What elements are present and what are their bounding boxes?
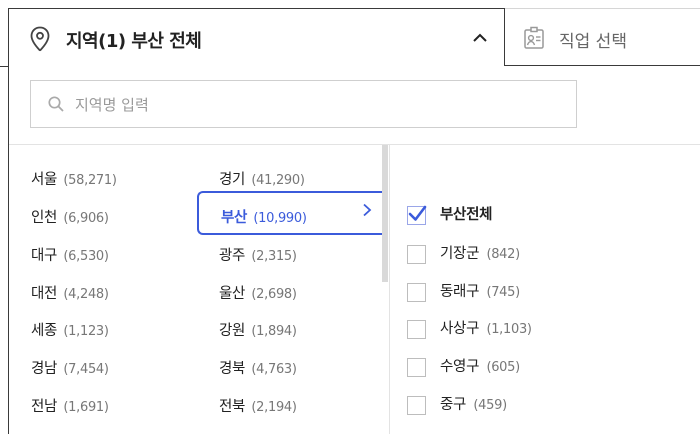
region-count: (10,990) xyxy=(253,211,307,226)
region-count: (58,271) xyxy=(63,173,117,188)
region-item-jeonbuk[interactable]: 전북 (2,194) xyxy=(219,395,297,416)
region-item-busan[interactable]: 부산 (10,990) xyxy=(197,191,382,235)
region-name: 경북 xyxy=(219,361,246,377)
region-name: 세종 xyxy=(31,323,58,339)
region-count: (7,454) xyxy=(63,362,109,377)
region-count: (6,906) xyxy=(63,211,109,226)
search-icon xyxy=(48,96,64,112)
checkbox-checked[interactable] xyxy=(407,205,427,225)
district-name: 부산전체 xyxy=(440,207,493,223)
region-item-seoul[interactable]: 서울 (58,271) xyxy=(31,168,117,189)
checkbox[interactable] xyxy=(407,357,426,377)
district-item-gijang[interactable]: 기장군 (842) xyxy=(407,242,520,264)
region-count: (6,530) xyxy=(63,249,109,264)
region-name: 대전 xyxy=(31,286,58,302)
checkbox[interactable] xyxy=(407,319,426,339)
district-name: 기장군 xyxy=(440,246,480,262)
region-item-daejeon[interactable]: 대전 (4,248) xyxy=(31,282,109,303)
district-count: (459) xyxy=(473,398,507,413)
region-name: 경기 xyxy=(219,172,246,188)
chevron-right-icon xyxy=(363,203,372,217)
district-item-suyeong[interactable]: 수영구 (605) xyxy=(407,355,520,377)
divider xyxy=(9,144,700,145)
district-count: (842) xyxy=(486,247,520,262)
region-name: 전북 xyxy=(219,399,246,415)
district-item-all[interactable]: 부산전체 xyxy=(407,203,492,225)
region-filter-widget: 지역(1) 부산 전체 직업 선택 지역명 입력 서울 (58,271) 인천 … xyxy=(0,0,700,434)
checkbox[interactable] xyxy=(407,282,426,302)
district-count: (745) xyxy=(486,285,520,300)
district-count: (1,103) xyxy=(486,322,532,337)
region-name: 광주 xyxy=(219,248,246,264)
region-name: 경남 xyxy=(31,361,58,377)
region-name: 대구 xyxy=(31,248,58,264)
tab-underline xyxy=(0,66,8,67)
region-count: (4,248) xyxy=(63,287,109,302)
tab-region-label: 지역(1) 부산 전체 xyxy=(66,31,202,52)
region-item-gwangju[interactable]: 광주 (2,315) xyxy=(219,244,297,265)
district-name: 수영구 xyxy=(440,359,480,375)
region-count: (1,691) xyxy=(63,400,109,415)
region-count: (41,290) xyxy=(251,173,305,188)
region-count: (1,123) xyxy=(63,324,109,339)
column-divider xyxy=(389,145,390,434)
district-name: 동래구 xyxy=(440,284,480,300)
scrollbar[interactable] xyxy=(382,145,388,282)
chevron-up-icon[interactable] xyxy=(471,29,489,47)
filter-tabs: 지역(1) 부산 전체 직업 선택 xyxy=(0,0,700,67)
tab-region[interactable]: 지역(1) 부산 전체 xyxy=(8,8,505,66)
location-pin-icon xyxy=(30,26,50,52)
checkbox[interactable] xyxy=(407,244,426,264)
district-item-dongnae[interactable]: 동래구 (745) xyxy=(407,280,520,302)
district-name: 사상구 xyxy=(440,321,480,337)
region-count: (2,194) xyxy=(251,400,297,415)
region-name: 부산 xyxy=(221,210,248,226)
tab-job-label: 직업 선택 xyxy=(559,32,627,52)
region-count: (2,698) xyxy=(251,287,297,302)
region-name: 울산 xyxy=(219,286,246,302)
region-item-gyeongnam[interactable]: 경남 (7,454) xyxy=(31,357,109,378)
region-count: (4,763) xyxy=(251,362,297,377)
region-item-ulsan[interactable]: 울산 (2,698) xyxy=(219,282,297,303)
search-input[interactable] xyxy=(73,92,557,118)
search-box xyxy=(30,80,577,128)
region-dropdown-panel: 서울 (58,271) 인천 (6,906) 대구 (6,530) 대전 (4,… xyxy=(8,66,700,434)
district-item-sasang[interactable]: 사상구 (1,103) xyxy=(407,317,532,339)
id-badge-icon xyxy=(524,26,544,49)
region-count: (1,894) xyxy=(251,324,297,339)
region-item-gyeonggi[interactable]: 경기 (41,290) xyxy=(219,168,305,189)
region-item-sejong[interactable]: 세종 (1,123) xyxy=(31,319,109,340)
region-item-incheon[interactable]: 인천 (6,906) xyxy=(31,206,109,227)
region-name: 전남 xyxy=(31,399,58,415)
region-name: 서울 xyxy=(31,172,58,188)
district-item-jung[interactable]: 중구 (459) xyxy=(407,393,507,415)
region-name: 인천 xyxy=(31,210,58,226)
region-item-gangwon[interactable]: 강원 (1,894) xyxy=(219,319,297,340)
region-item-jeonnam[interactable]: 전남 (1,691) xyxy=(31,395,109,416)
region-count: (2,315) xyxy=(251,249,297,264)
tab-job[interactable]: 직업 선택 xyxy=(505,8,700,66)
checkmark-icon xyxy=(408,205,427,221)
checkbox[interactable] xyxy=(407,395,426,415)
region-item-gyeongbuk[interactable]: 경북 (4,763) xyxy=(219,357,297,378)
region-item-daegu[interactable]: 대구 (6,530) xyxy=(31,244,109,265)
district-name: 중구 xyxy=(440,397,467,413)
region-name: 강원 xyxy=(219,323,246,339)
district-count: (605) xyxy=(486,360,520,375)
